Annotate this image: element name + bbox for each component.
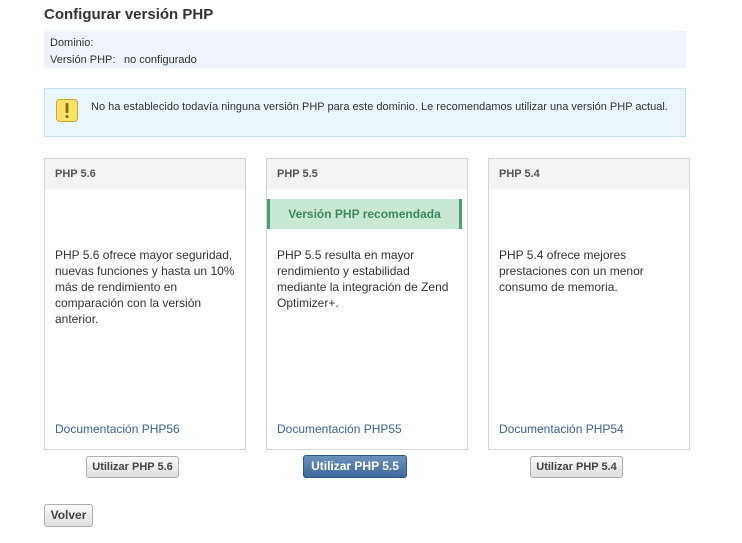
card-description: PHP 5.6 ofrece mayor seguridad, nuevas f…	[55, 248, 235, 326]
php56-documentation-link[interactable]: Documentación PHP56	[55, 422, 180, 436]
php56-card: PHP 5.6 PHP 5.6 ofrece mayor seguridad, …	[44, 158, 246, 450]
card-title: PHP 5.6	[55, 168, 96, 180]
domain-label: Dominio:	[50, 37, 94, 49]
use-php54-button[interactable]: Utilizar PHP 5.4	[530, 456, 623, 478]
php55-documentation-link[interactable]: Documentación PHP55	[277, 422, 402, 436]
use-php56-button[interactable]: Utilizar PHP 5.6	[86, 456, 179, 478]
card-description: PHP 5.5 resulta en mayor rendimiento y e…	[277, 248, 449, 310]
domain-info-box: Dominio: Versión PHP: no configurado	[44, 31, 686, 68]
php54-card: PHP 5.4 PHP 5.4 ofrece mejores prestacio…	[488, 158, 690, 450]
warning-alert: No ha establecido todavía ninguna versió…	[44, 88, 686, 137]
alert-message: No ha establecido todavía ninguna versió…	[91, 101, 668, 113]
php55-card: PHP 5.5 Versión PHP recomendada PHP 5.5 …	[266, 158, 468, 450]
page-title: Configurar versión PHP	[44, 6, 214, 23]
card-description: PHP 5.4 ofrece mejores prestaciones con …	[499, 248, 644, 294]
warning-icon	[56, 99, 78, 122]
card-header: PHP 5.5	[267, 159, 467, 189]
php54-documentation-link[interactable]: Documentación PHP54	[499, 422, 624, 436]
use-php55-button[interactable]: Utilizar PHP 5.5	[303, 455, 407, 478]
domain-row: Dominio:	[50, 37, 93, 49]
php-version-label: Versión PHP:	[50, 54, 116, 66]
card-header: PHP 5.4	[489, 159, 689, 189]
php-version-value: no configurado	[124, 54, 197, 66]
card-header: PHP 5.6	[45, 159, 245, 189]
recommended-badge: Versión PHP recomendada	[267, 199, 462, 229]
php-version-row: Versión PHP: no configurado	[50, 54, 197, 66]
card-title: PHP 5.4	[499, 168, 540, 180]
card-title: PHP 5.5	[277, 168, 318, 180]
back-button[interactable]: Volver	[44, 504, 93, 527]
